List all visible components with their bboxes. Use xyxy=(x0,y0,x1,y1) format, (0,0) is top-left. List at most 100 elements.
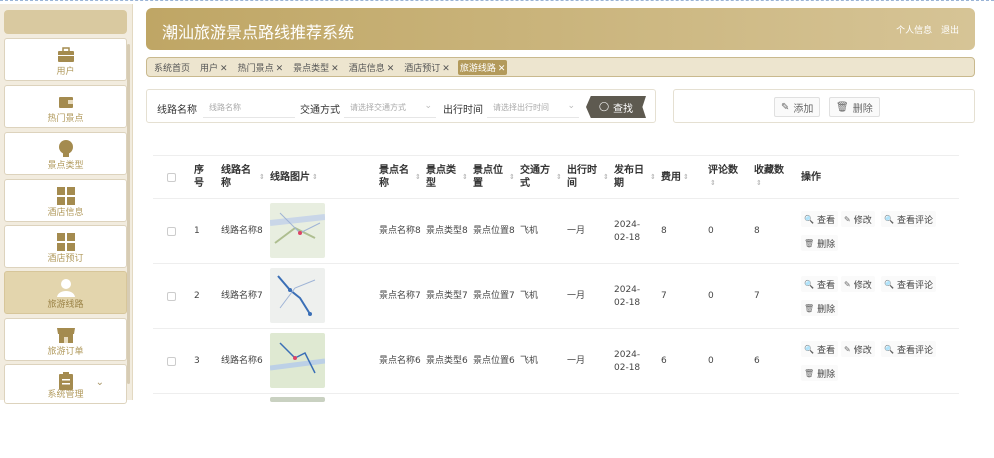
cell-spot-name: 景点名称6 xyxy=(379,356,421,366)
route-map-image[interactable] xyxy=(270,203,325,258)
sort-icon[interactable]: ⇕ xyxy=(650,171,656,184)
cell-cost: 8 xyxy=(661,226,667,236)
col-label: 线路名称 xyxy=(221,165,251,189)
sidebar-item-hot-spots[interactable]: 热门景点 xyxy=(4,85,127,128)
select-all-checkbox[interactable] xyxy=(167,173,176,182)
sidebar-item-label: 景点类型 xyxy=(47,161,84,171)
travel-time-select[interactable]: 请选择出行时间 ⌄ xyxy=(487,96,579,118)
view-label: 查看 xyxy=(816,280,835,291)
sort-icon[interactable]: ⇕ xyxy=(312,171,318,184)
edit-button[interactable]: ✎ 修改 xyxy=(841,341,875,357)
table-row xyxy=(153,393,959,458)
sort-icon[interactable]: ⇕ xyxy=(259,171,265,184)
sort-icon[interactable]: ⇕ xyxy=(710,177,716,190)
col-index[interactable]: 序号 xyxy=(194,156,218,198)
close-icon[interactable]: ✕ xyxy=(220,64,228,74)
route-map-image[interactable] xyxy=(270,333,325,388)
travel-time-placeholder: 请选择出行时间 xyxy=(493,103,549,112)
cell-spot-type: 景点类型7 xyxy=(426,291,468,301)
cell-travel-time: 一月 xyxy=(567,356,586,366)
sort-icon[interactable]: ⇕ xyxy=(509,171,515,184)
col-comments[interactable]: 评论数 ⇕ xyxy=(708,156,753,198)
sidebar-item-travel-orders[interactable]: 旅游订单 xyxy=(4,318,127,361)
tab-hotel-booking[interactable]: 酒店预订 ✕ xyxy=(402,60,452,75)
sort-icon[interactable]: ⇕ xyxy=(756,177,762,190)
cell-travel-time: 一月 xyxy=(567,291,586,301)
tab-spot-types[interactable]: 景点类型 ✕ xyxy=(291,60,341,75)
col-route-name[interactable]: 线路名称 ⇕ xyxy=(221,156,265,198)
view-comments-button[interactable]: 🔍 查看评论 xyxy=(881,276,936,292)
tab-users[interactable]: 用户 ✕ xyxy=(198,60,230,75)
cell-favorites: 8 xyxy=(754,226,760,236)
sort-icon[interactable]: ⇕ xyxy=(415,171,421,184)
close-icon[interactable]: ✕ xyxy=(387,64,395,74)
col-spot-name[interactable]: 景点名称 ⇕ xyxy=(379,156,421,198)
route-map-image[interactable] xyxy=(270,268,325,323)
sort-icon[interactable]: ⇕ xyxy=(683,171,689,184)
chevron-down-icon: ⌄ xyxy=(95,377,104,388)
sidebar-item-spot-types[interactable]: 景点类型 xyxy=(4,132,127,175)
col-favorites[interactable]: 收藏数 ⇕ xyxy=(754,156,799,198)
col-travel-time[interactable]: 出行时间 ⇕ xyxy=(567,156,609,198)
delete-label: 删除 xyxy=(817,369,836,380)
cell-transport: 飞机 xyxy=(520,291,539,301)
search-icon: 🔍 xyxy=(804,344,814,354)
find-button[interactable]: ◯ 查找 xyxy=(586,96,646,118)
edit-button[interactable]: ✎ 修改 xyxy=(841,211,875,227)
edit-icon: ✎ xyxy=(844,344,851,354)
sidebar-item-travel-routes[interactable]: 旅游线路 xyxy=(4,271,127,314)
sidebar-scrollbar[interactable] xyxy=(127,44,130,384)
cell-route-name: 线路名称7 xyxy=(221,291,263,301)
close-icon[interactable]: ✕ xyxy=(498,64,506,74)
tab-home[interactable]: 系统首页 xyxy=(152,60,192,75)
logout-link[interactable]: 退出 xyxy=(941,26,959,36)
sort-icon[interactable]: ⇕ xyxy=(462,171,468,184)
profile-link[interactable]: 个人信息 xyxy=(896,26,932,36)
view-comments-button[interactable]: 🔍 查看评论 xyxy=(881,211,936,227)
close-icon[interactable]: ✕ xyxy=(442,64,450,74)
col-label: 序号 xyxy=(194,165,204,189)
sidebar-item-system-admin[interactable]: ⌄ 系统管理 xyxy=(4,364,127,404)
col-transport[interactable]: 交通方式 ⇕ xyxy=(520,156,562,198)
transport-select[interactable]: 请选择交通方式 ⌄ xyxy=(344,96,436,118)
tab-hotel-info[interactable]: 酒店信息 ✕ xyxy=(347,60,397,75)
tab-hot-spots[interactable]: 热门景点 ✕ xyxy=(236,60,286,75)
cell-spot-name: 景点名称7 xyxy=(379,291,421,301)
col-route-image[interactable]: 线路图片 ⇕ xyxy=(270,156,370,198)
sidebar-item-hotel-info[interactable]: 酒店信息 xyxy=(4,179,127,222)
col-spot-location[interactable]: 景点位置 ⇕ xyxy=(473,156,515,198)
col-cost[interactable]: 费用 ⇕ xyxy=(661,156,703,198)
col-publish-date[interactable]: 发布日期 ⇕ xyxy=(614,156,656,198)
delete-button[interactable]: 🗑 删除 xyxy=(801,365,839,381)
view-button[interactable]: 🔍 查看 xyxy=(801,341,838,357)
row-checkbox[interactable] xyxy=(167,357,176,366)
view-button[interactable]: 🔍 查看 xyxy=(801,211,838,227)
sidebar-item-hotel-booking[interactable]: 酒店预订 xyxy=(4,225,127,268)
cell-spot-location: 景点位置7 xyxy=(473,291,515,301)
row-checkbox[interactable] xyxy=(167,292,176,301)
delete-button[interactable]: 🗑 删除 xyxy=(801,300,839,316)
tab-label: 用户 xyxy=(200,63,219,74)
view-comments-button[interactable]: 🔍 查看评论 xyxy=(881,341,936,357)
edit-label: 修改 xyxy=(853,215,872,226)
col-spot-type[interactable]: 景点类型 ⇕ xyxy=(426,156,468,198)
wallet-icon xyxy=(58,97,73,108)
close-icon[interactable]: ✕ xyxy=(276,64,284,74)
sort-icon[interactable]: ⇕ xyxy=(603,171,609,184)
sort-icon[interactable]: ⇕ xyxy=(556,171,562,184)
edit-button[interactable]: ✎ 修改 xyxy=(841,276,875,292)
route-name-input[interactable]: 线路名称 xyxy=(203,96,295,118)
trash-icon: 🗑 xyxy=(836,101,849,113)
edit-icon: ✎ xyxy=(844,214,851,224)
add-button[interactable]: ✎ 添加 xyxy=(774,97,821,117)
sidebar-item-users[interactable]: 用户 xyxy=(4,38,127,81)
tab-travel-routes[interactable]: 旅游线路 ✕ xyxy=(457,59,508,75)
search-icon: 🔍 xyxy=(884,214,894,224)
table-row: 2 线路名称7 景点名称7 景点类型7 景点位置7 飞机 一月 2024-02-… xyxy=(153,263,959,328)
table-row: 3 线路名称6 景点名称6 景点类型6 景点位置6 飞机 一月 2024-02-… xyxy=(153,328,959,393)
delete-button[interactable]: 🗑 删除 xyxy=(801,235,839,251)
row-checkbox[interactable] xyxy=(167,227,176,236)
batch-delete-button[interactable]: 🗑 删除 xyxy=(829,97,880,117)
close-icon[interactable]: ✕ xyxy=(331,64,339,74)
view-button[interactable]: 🔍 查看 xyxy=(801,276,838,292)
